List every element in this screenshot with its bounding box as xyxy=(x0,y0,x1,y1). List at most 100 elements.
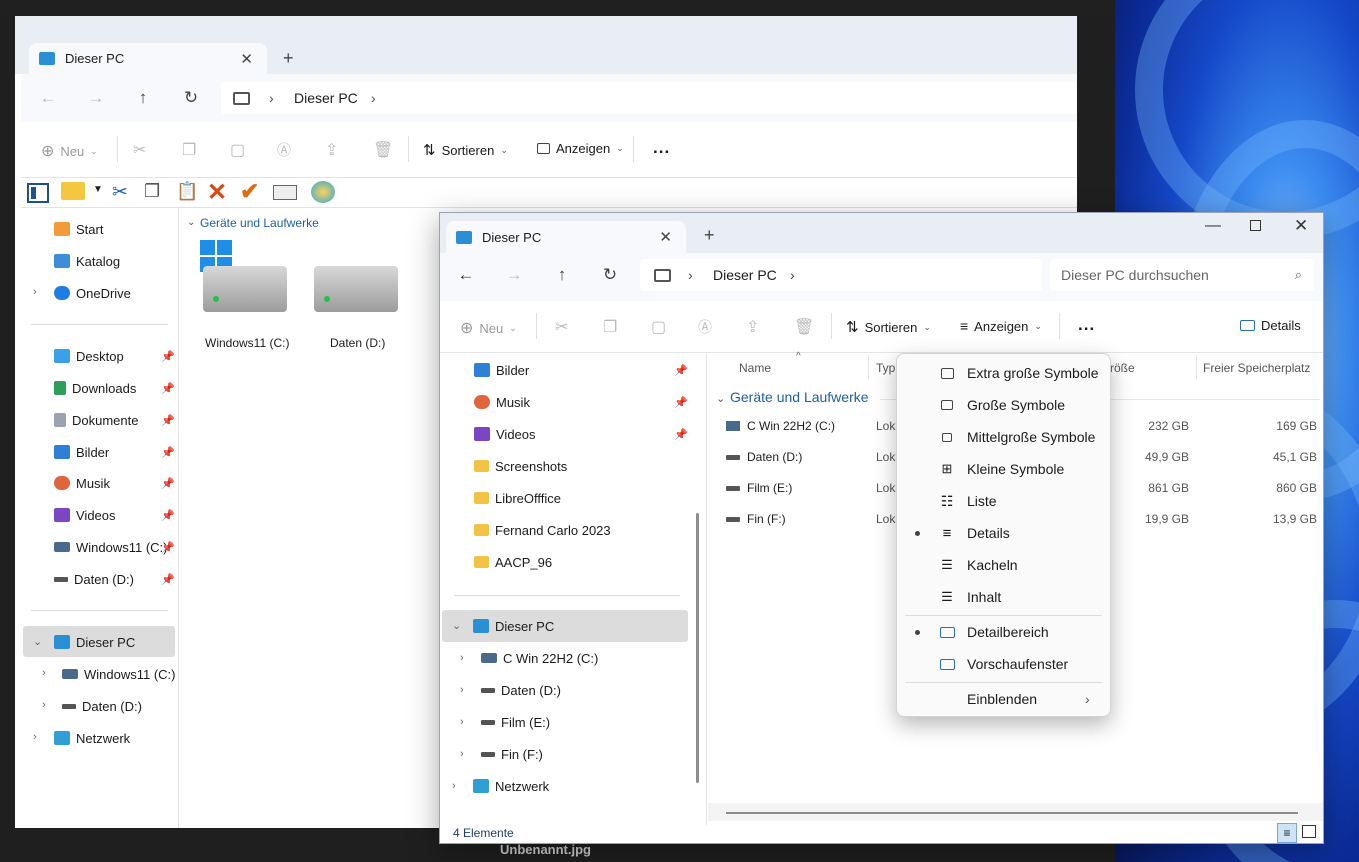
nav-network[interactable]: Netzwerk xyxy=(473,773,549,799)
breadcrumb-chevron-icon[interactable]: › xyxy=(371,90,376,106)
forward-icon[interactable]: → xyxy=(81,83,111,113)
menu-content[interactable]: ☰ Inhalt xyxy=(897,582,1110,612)
group-collapse-icon[interactable]: ⌄ xyxy=(187,217,195,228)
close-tab-icon[interactable]: ✕ xyxy=(240,50,253,68)
nav-bilder[interactable]: Bilder xyxy=(474,357,529,383)
nav-libreoffice[interactable]: LibreOfffice xyxy=(474,485,561,511)
expand-network-icon[interactable]: › xyxy=(33,731,37,743)
paste-icon[interactable]: ▢ xyxy=(651,317,666,337)
nav-start[interactable]: Start xyxy=(54,216,103,242)
tab-this-pc[interactable]: Dieser PC ✕ xyxy=(446,221,686,253)
more-options-button[interactable]: ... xyxy=(1078,315,1095,335)
new-button[interactable]: ⊕ Neu ⌄ xyxy=(460,318,517,338)
forward-icon[interactable]: → xyxy=(499,260,529,290)
menu-medium-icons[interactable]: Mittelgroße Symbole xyxy=(897,422,1110,452)
nav-windows11-c[interactable]: Windows11 (C:) xyxy=(54,534,168,560)
nav-dokumente[interactable]: Dokumente xyxy=(54,407,138,433)
expand-d-icon[interactable]: › xyxy=(460,684,464,696)
drive-c-icon[interactable] xyxy=(203,266,287,312)
expand-e-icon[interactable]: › xyxy=(460,716,464,728)
view-button[interactable]: Anzeigen ⌄ xyxy=(537,141,624,156)
expand-f-icon[interactable]: › xyxy=(460,748,464,760)
nav-this-pc[interactable]: Dieser PC xyxy=(54,629,135,655)
cut-legacy-icon[interactable]: ✂ xyxy=(112,181,128,204)
dropdown-arrow-icon[interactable]: ▼ xyxy=(93,184,103,195)
new-folder-icon[interactable] xyxy=(61,182,85,200)
group-header[interactable]: Geräte und Laufwerke xyxy=(200,216,319,230)
large-icons-view-icon[interactable] xyxy=(1302,825,1316,838)
menu-small-icons[interactable]: ⊞ Kleine Symbole xyxy=(897,454,1110,484)
more-options-button[interactable]: ... xyxy=(653,138,670,158)
tile-drive-d-label[interactable]: Daten (D:) xyxy=(330,336,385,350)
expand-network-icon[interactable]: › xyxy=(452,780,456,792)
sort-button[interactable]: ⇅ Sortieren ⌄ xyxy=(423,141,508,159)
group-header[interactable]: Geräte und Laufwerke xyxy=(730,389,869,405)
new-tab-button[interactable]: + xyxy=(283,48,294,69)
minimize-button[interactable]: — xyxy=(1205,217,1221,235)
new-tab-button[interactable]: + xyxy=(704,225,715,246)
view-button[interactable]: ≡ Anzeigen ⌄ xyxy=(960,318,1042,334)
drive-d-icon[interactable] xyxy=(314,266,398,312)
nav-katalog[interactable]: Katalog xyxy=(54,248,120,274)
menu-details[interactable]: ≡ Details xyxy=(897,518,1110,548)
breadcrumb-chevron-icon[interactable]: › xyxy=(790,267,795,283)
search-input[interactable]: Dieser PC durchsuchen ⌕ xyxy=(1050,259,1314,291)
horizontal-scrollbar[interactable] xyxy=(726,812,1298,814)
menu-extra-large-icons[interactable]: Extra große Symbole xyxy=(897,358,1110,388)
expand-c-icon[interactable]: › xyxy=(42,667,46,679)
expand-c-icon[interactable]: › xyxy=(460,652,464,664)
nav-drive-d[interactable]: Daten (D:) xyxy=(62,693,142,719)
nav-scrollbar[interactable] xyxy=(696,513,699,783)
new-button[interactable]: ⊕ Neu ⌄ xyxy=(41,141,98,161)
nav-bilder[interactable]: Bilder xyxy=(54,439,109,465)
nav-this-pc[interactable]: Dieser PC xyxy=(473,613,554,639)
refresh-icon[interactable]: ↻ xyxy=(176,83,206,113)
nav-onedrive[interactable]: OneDrive xyxy=(54,280,131,306)
nav-musik[interactable]: Musik xyxy=(474,389,530,415)
rename-legacy-icon[interactable] xyxy=(273,185,297,200)
delete-icon[interactable]: 🗑 xyxy=(794,317,814,337)
network-legacy-icon[interactable] xyxy=(311,181,335,203)
collapse-this-pc-icon[interactable]: ⌄ xyxy=(33,635,42,648)
expand-onedrive-icon[interactable]: › xyxy=(33,286,37,298)
nav-screenshots[interactable]: Screenshots xyxy=(474,453,567,479)
nav-drive-f[interactable]: Fin (F:) xyxy=(481,741,543,767)
nav-network[interactable]: Netzwerk xyxy=(54,725,130,751)
column-type[interactable]: Typ xyxy=(876,361,895,375)
menu-tiles[interactable]: ☰ Kacheln xyxy=(897,550,1110,580)
refresh-icon[interactable]: ↻ xyxy=(595,260,625,290)
delete-legacy-icon[interactable]: ✕ xyxy=(207,178,227,207)
menu-details-pane[interactable]: Detailbereich xyxy=(897,617,1110,647)
nav-fernand-carlo[interactable]: Fernand Carlo 2023 xyxy=(474,517,611,543)
group-collapse-icon[interactable]: ⌄ xyxy=(716,392,725,405)
nav-drive-d[interactable]: Daten (D:) xyxy=(481,677,561,703)
up-icon[interactable]: ↑ xyxy=(128,83,158,113)
nav-musik[interactable]: Musik xyxy=(54,470,110,496)
close-tab-icon[interactable]: ✕ xyxy=(659,228,672,246)
address-box[interactable]: › Dieser PC › xyxy=(221,82,1077,114)
column-name[interactable]: Name xyxy=(739,361,771,375)
nav-desktop[interactable]: Desktop xyxy=(54,343,124,369)
details-pane-button[interactable]: Details xyxy=(1240,318,1301,333)
paste-legacy-icon[interactable]: 📋 xyxy=(176,181,198,202)
sort-button[interactable]: ⇅ Sortieren ⌄ xyxy=(846,318,931,336)
navigation-pane-icon[interactable] xyxy=(27,183,49,203)
cut-icon[interactable]: ✂ xyxy=(133,140,146,160)
tile-drive-c-label[interactable]: Windows11 (C:) xyxy=(205,336,289,350)
address-box[interactable]: › Dieser PC › xyxy=(640,259,1042,291)
share-icon[interactable]: ⇪ xyxy=(746,317,759,337)
rename-icon[interactable]: Ⓐ xyxy=(277,140,291,160)
nav-aacp[interactable]: AACP_96 xyxy=(474,549,552,575)
copy-icon[interactable]: ❐ xyxy=(182,140,196,160)
nav-drive-c[interactable]: Windows11 (C:) xyxy=(62,661,176,687)
collapse-this-pc-icon[interactable]: ⌄ xyxy=(452,619,461,632)
back-icon[interactable]: ← xyxy=(33,83,63,113)
close-window-button[interactable]: ✕ xyxy=(1294,216,1308,236)
delete-icon[interactable]: 🗑 xyxy=(373,140,393,160)
share-icon[interactable]: ⇪ xyxy=(325,140,338,160)
nav-drive-c[interactable]: C Win 22H2 (C:) xyxy=(481,645,598,671)
search-icon[interactable]: ⌕ xyxy=(1295,267,1302,283)
copy-icon[interactable]: ❐ xyxy=(603,317,617,337)
breadcrumb-this-pc[interactable]: Dieser PC xyxy=(294,90,358,106)
nav-daten-d[interactable]: Daten (D:) xyxy=(54,566,134,592)
